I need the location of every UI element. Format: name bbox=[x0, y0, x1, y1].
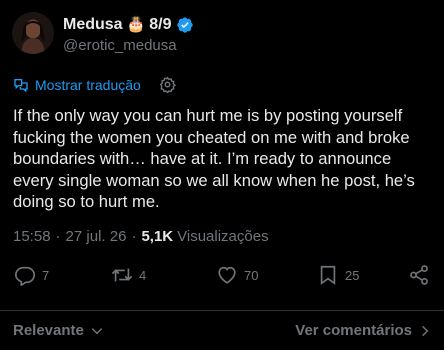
post-meta: 15:58 · 27 jul. 26 · 5,1K Visualizações bbox=[13, 228, 269, 245]
post-date[interactable]: 27 jul. 26 bbox=[66, 228, 127, 245]
divider bbox=[0, 310, 444, 311]
chevron-down-icon bbox=[91, 327, 103, 334]
post-time[interactable]: 15:58 bbox=[13, 228, 51, 245]
repost-icon bbox=[111, 268, 133, 282]
like-count: 70 bbox=[244, 267, 259, 283]
meta-separator: · bbox=[131, 228, 137, 245]
sort-dropdown[interactable]: Relevante bbox=[13, 322, 104, 339]
heart-icon bbox=[218, 266, 236, 284]
replies-footer: Relevante Ver comentários bbox=[13, 322, 432, 339]
chevron-right-icon bbox=[422, 325, 429, 336]
reply-button[interactable]: 7 bbox=[14, 264, 49, 286]
like-button[interactable]: 70 bbox=[216, 264, 258, 286]
user-handle[interactable]: @erotic_medusa bbox=[63, 36, 194, 56]
cake-emoji: 🎂 bbox=[126, 15, 146, 33]
avatar-image bbox=[12, 12, 54, 54]
repost-button[interactable]: 4 bbox=[111, 264, 146, 286]
bookmark-button[interactable]: 25 bbox=[317, 264, 359, 286]
meta-separator: · bbox=[55, 228, 61, 245]
translate-icon bbox=[14, 78, 28, 93]
post-header: Medusa 🎂 8/9 @erotic_medusa bbox=[12, 12, 432, 58]
show-translation-link[interactable]: Mostrar tradução bbox=[35, 77, 141, 93]
share-icon bbox=[410, 265, 428, 285]
bookmark-icon bbox=[320, 265, 336, 285]
avatar[interactable] bbox=[12, 12, 54, 54]
reply-icon bbox=[15, 266, 35, 286]
repost-count: 4 bbox=[139, 267, 147, 283]
views-count: 5,1K bbox=[141, 228, 174, 245]
action-bar: 7 4 70 25 bbox=[14, 264, 430, 292]
views-label: Visualizações bbox=[177, 228, 269, 245]
date-badge: 8/9 bbox=[149, 15, 172, 33]
reply-count: 7 bbox=[42, 267, 50, 283]
gear-icon[interactable] bbox=[159, 76, 176, 93]
bookmark-count: 25 bbox=[345, 267, 360, 283]
view-comments-button[interactable]: Ver comentários bbox=[295, 322, 432, 339]
share-button[interactable] bbox=[408, 264, 430, 286]
post-text: If the only way you can hurt me is by po… bbox=[13, 106, 415, 211]
sort-label: Relevante bbox=[13, 322, 84, 339]
verified-badge-icon[interactable] bbox=[176, 16, 194, 34]
view-comments-label: Ver comentários bbox=[295, 322, 412, 339]
display-name[interactable]: Medusa bbox=[63, 15, 123, 35]
translate-row: Mostrar tradução bbox=[13, 76, 176, 93]
